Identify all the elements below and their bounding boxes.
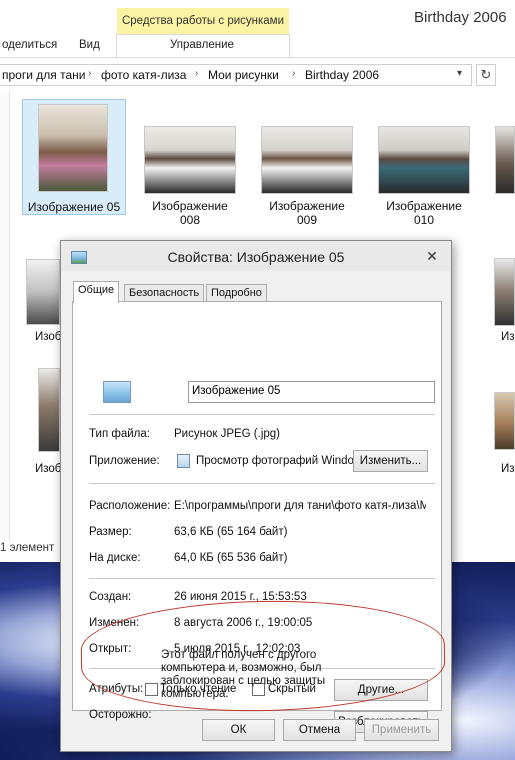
apply-button[interactable]: Применить: [364, 719, 439, 741]
photo-thumbnail: [495, 126, 515, 194]
thumbnail-item[interactable]: Изображение 009: [252, 99, 362, 229]
close-button[interactable]: ✕: [421, 247, 443, 265]
photo-thumbnail: [261, 126, 353, 194]
breadcrumb-item[interactable]: проги для тани: [2, 68, 85, 82]
ribbon-header: Средства работы с рисунками Birthday 200…: [0, 0, 515, 36]
ribbon-tab-share[interactable]: оделиться: [2, 39, 57, 51]
thumbnail-item[interactable]: Изображение 05: [22, 99, 126, 215]
image-file-icon: [103, 381, 131, 403]
chevron-down-icon[interactable]: ▾: [457, 68, 462, 79]
photo-thumbnail: [494, 258, 515, 326]
size-label: Размер:: [89, 526, 132, 538]
thumbnail-item[interactable]: Изображение 008: [135, 99, 245, 229]
ribbon-tabs: оделиться Вид Управление: [0, 36, 515, 58]
breadcrumb-separator-icon[interactable]: ›: [195, 68, 198, 79]
divider: [89, 578, 435, 579]
thumbnail-caption: Изоб: [35, 463, 62, 475]
close-icon: ✕: [426, 248, 438, 264]
breadcrumb-separator-icon[interactable]: ›: [88, 68, 91, 79]
tab-security[interactable]: Безопасность: [124, 284, 205, 302]
thumbnail-item[interactable]: [495, 126, 515, 196]
photo-thumbnail: [378, 126, 470, 194]
thumbnail-caption: Изображение 009: [269, 199, 345, 227]
dialog-title: Свойства: Изображение 05: [167, 249, 345, 265]
tab-details[interactable]: Подробно: [206, 284, 267, 302]
refresh-icon: ↻: [480, 67, 492, 82]
photo-viewer-icon: [177, 454, 190, 468]
file-type-label: Тип файла:: [89, 428, 150, 440]
thumbnail-caption: Изображение 008: [152, 199, 228, 227]
dialog-titlebar[interactable]: Свойства: Изображение 05 ✕: [61, 241, 451, 271]
refresh-button[interactable]: ↻: [476, 64, 496, 86]
caution-label: Осторожно:: [89, 709, 152, 721]
photo-thumbnail: [494, 392, 515, 450]
thumbnail-item[interactable]: [26, 259, 60, 329]
tab-general[interactable]: Общие: [73, 281, 120, 303]
thumbnail-caption: Изоб: [501, 463, 515, 475]
change-button[interactable]: Изменить...: [353, 450, 428, 472]
cancel-button[interactable]: Отмена: [283, 719, 356, 741]
properties-dialog: Свойства: Изображение 05 ✕ Общие Безопас…: [60, 240, 452, 752]
thumbnail-item[interactable]: Изображение 010: [369, 99, 479, 229]
photo-thumbnail: [26, 259, 60, 325]
window-title: Birthday 2006: [414, 9, 507, 26]
photo-thumbnail: [144, 126, 236, 194]
created-label: Создан:: [89, 591, 132, 603]
breadcrumb-item[interactable]: Мои рисунки: [208, 68, 279, 82]
thumbnail-caption: Изоб: [501, 331, 515, 343]
file-name-input[interactable]: Изображение 05: [188, 381, 435, 403]
ribbon-tab-manage[interactable]: Управление: [170, 39, 234, 51]
thumbnail-item[interactable]: [494, 258, 515, 328]
thumbnail-caption: Изображение 010: [386, 199, 462, 227]
app-label: Приложение:: [89, 455, 160, 467]
thumbnail-item[interactable]: [494, 392, 515, 452]
photo-thumbnail: [38, 104, 108, 192]
ok-button[interactable]: ОК: [202, 719, 275, 741]
location-label: Расположение:: [89, 500, 171, 512]
thumbnail-caption: Изоб: [35, 331, 62, 343]
divider: [89, 414, 435, 415]
thumbnail-item[interactable]: [38, 368, 60, 454]
picture-tools-tab[interactable]: Средства работы с рисунками: [117, 8, 289, 34]
divider: [89, 483, 435, 484]
address-bar[interactable]: проги для тани › фото катя-лиза › Мои ри…: [0, 64, 472, 86]
file-type-value: Рисунок JPEG (.jpg): [174, 428, 280, 440]
thumbnail-caption: Изображение 05: [27, 200, 121, 214]
ribbon-tab-view[interactable]: Вид: [79, 39, 100, 51]
navigation-pane[interactable]: [0, 92, 10, 540]
breadcrumb-item[interactable]: Birthday 2006: [305, 68, 379, 82]
photo-thumbnail: [38, 368, 60, 452]
disk-size-label: На диске:: [89, 552, 141, 564]
breadcrumb-item[interactable]: фото катя-лиза: [101, 68, 186, 82]
disk-size-value: 64,0 КБ (65 536 байт): [174, 552, 288, 564]
app-value: Просмотр фотографий Windows: [196, 455, 368, 467]
size-value: 63,6 КБ (65 164 байт): [174, 526, 288, 538]
location-value: E:\программы\проги для тани\фото катя-ли…: [174, 500, 426, 512]
breadcrumb-separator-icon[interactable]: ›: [292, 68, 295, 79]
